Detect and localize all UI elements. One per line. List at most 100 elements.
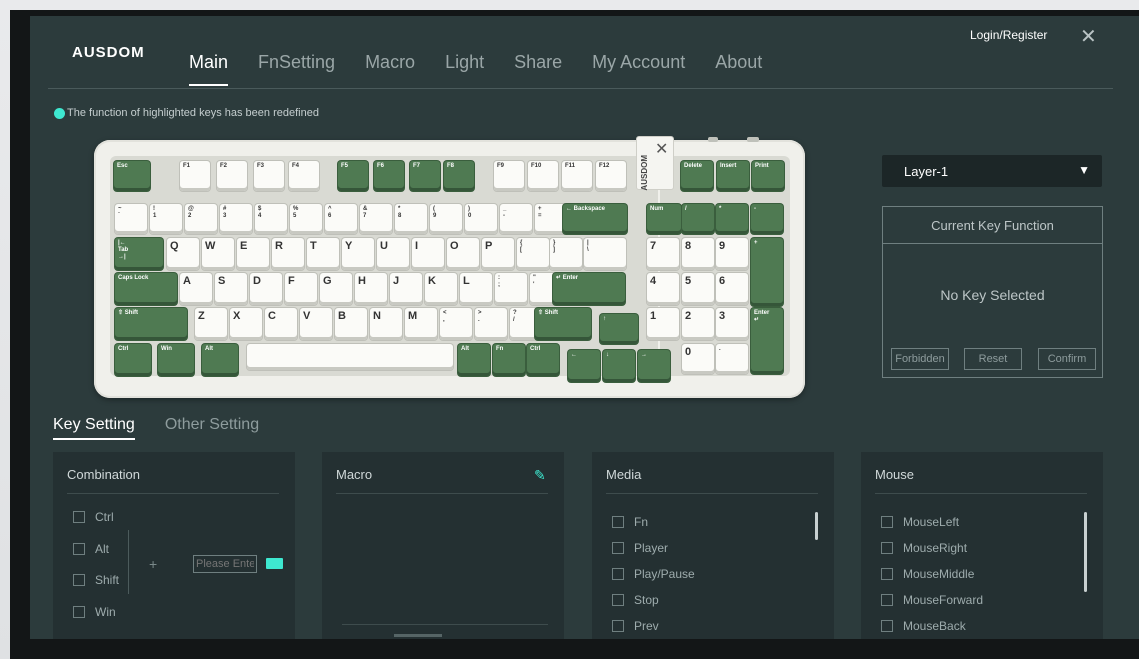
keyboard-key[interactable]: ↑ — [600, 314, 638, 344]
keyboard-key[interactable]: X — [230, 308, 262, 340]
keyboard-key[interactable]: * — [716, 204, 748, 234]
keyboard-key[interactable]: Fn — [493, 344, 525, 376]
checkbox[interactable] — [612, 568, 624, 580]
keyboard-key[interactable]: L — [460, 273, 492, 305]
checkbox[interactable] — [73, 511, 85, 523]
keyboard-key[interactable]: F5 — [338, 161, 368, 191]
keyboard-key[interactable]: 0 — [682, 344, 714, 374]
keyboard-key[interactable]: Caps Lock — [115, 273, 177, 305]
keyboard-key[interactable]: ← Backspace — [563, 204, 627, 234]
keyboard-key[interactable]: Alt — [202, 344, 238, 376]
checkbox[interactable] — [881, 620, 893, 632]
keyboard-key[interactable]: F8 — [444, 161, 474, 191]
keyboard-key[interactable]: . — [716, 344, 748, 374]
confirm-button[interactable]: Confirm — [1038, 348, 1096, 370]
login-register-link[interactable]: Login/Register — [970, 28, 1047, 42]
mouse-right-option[interactable]: MouseRight — [881, 541, 967, 555]
keyboard-key[interactable]: + — [751, 238, 783, 306]
keyboard-key[interactable]: : ; — [495, 273, 527, 305]
checkbox[interactable] — [881, 542, 893, 554]
media-fn-option[interactable]: Fn — [612, 515, 648, 529]
tab-other-setting[interactable]: Other Setting — [165, 416, 259, 440]
keyboard-key[interactable]: / — [682, 204, 714, 234]
keyboard-key[interactable]: E — [237, 238, 269, 270]
mouse-middle-option[interactable]: MouseMiddle — [881, 567, 974, 581]
keyboard-key[interactable]: O — [447, 238, 479, 270]
keyboard-key[interactable]: S — [215, 273, 247, 305]
keyboard-key[interactable]: Alt — [458, 344, 490, 376]
tab-about[interactable]: About — [700, 52, 777, 86]
keyboard-key[interactable]: F10 — [528, 161, 558, 191]
pencil-edit-icon[interactable]: ✎ — [534, 467, 546, 484]
keyboard-key[interactable]: ( 9 — [430, 204, 462, 234]
keyboard-key[interactable]: Ctrl — [115, 344, 151, 376]
tab-my-account[interactable]: My Account — [577, 52, 700, 86]
mouse-back-option[interactable]: MouseBack — [881, 619, 966, 633]
media-scrollbar[interactable] — [815, 512, 818, 540]
keyboard-key[interactable]: % 5 — [290, 204, 322, 234]
keyboard-key[interactable]: ) 0 — [465, 204, 497, 234]
keyboard-key[interactable]: ⇧ Shift — [115, 308, 187, 340]
keyboard-key[interactable]: F9 — [494, 161, 524, 191]
tab-share[interactable]: Share — [499, 52, 577, 86]
keyboard-key[interactable]: | \ — [584, 238, 626, 270]
keyboard-key[interactable]: 2 — [682, 308, 714, 340]
keyboard-key[interactable]: K — [425, 273, 457, 305]
keyboard-key[interactable]: ~ ` — [115, 204, 147, 234]
media-play-pause-option[interactable]: Play/Pause — [612, 567, 695, 581]
checkbox[interactable] — [612, 542, 624, 554]
keyboard-key[interactable]: H — [355, 273, 387, 305]
keyboard-key[interactable]: * 8 — [395, 204, 427, 234]
keyboard-key[interactable]: P — [482, 238, 514, 270]
keyboard-key[interactable]: 3 — [716, 308, 748, 340]
keyboard-key[interactable]: Num — [647, 204, 681, 234]
keyboard-key[interactable]: Delete — [681, 161, 713, 191]
checkbox[interactable] — [73, 606, 85, 618]
keyboard-key[interactable]: F2 — [217, 161, 247, 191]
keyboard-key[interactable]: ↵ Enter — [553, 273, 625, 305]
keyboard-key[interactable]: D — [250, 273, 282, 305]
tab-macro[interactable]: Macro — [350, 52, 430, 86]
close-icon[interactable]: ✕ — [1080, 24, 1097, 49]
keyboard-key[interactable]: N — [370, 308, 402, 340]
keyboard-key[interactable]: _ - — [500, 204, 532, 234]
keyboard-key[interactable]: |← Tab →| — [115, 238, 163, 270]
keyboard-key[interactable]: 8 — [682, 238, 714, 270]
keyboard-key[interactable]: Print — [752, 161, 784, 191]
combo-alt-option[interactable]: Alt — [73, 542, 109, 556]
layer-select[interactable]: Layer-1 ▼ — [882, 155, 1102, 187]
keyboard-key[interactable]: V — [300, 308, 332, 340]
keyboard-key[interactable]: ^ 6 — [325, 204, 357, 234]
mouse-scrollbar[interactable] — [1084, 512, 1087, 592]
keyboard-key[interactable]: F12 — [596, 161, 626, 191]
keyboard-key[interactable]: ⇧ Shift — [535, 308, 591, 340]
keyboard-key[interactable]: F — [285, 273, 317, 305]
keyboard-key[interactable]: 6 — [716, 273, 748, 305]
keyboard-key[interactable]: F11 — [562, 161, 592, 191]
combo-win-option[interactable]: Win — [73, 605, 116, 619]
keyboard-key[interactable]: R — [272, 238, 304, 270]
keyboard-key[interactable]: F3 — [254, 161, 284, 191]
checkbox[interactable] — [612, 516, 624, 528]
tab-fnsetting[interactable]: FnSetting — [243, 52, 350, 86]
checkbox[interactable] — [881, 568, 893, 580]
keyboard-key[interactable]: > . — [475, 308, 507, 340]
keyboard-key[interactable]: Z — [195, 308, 227, 340]
macro-scrollbar[interactable] — [394, 634, 442, 637]
keyboard-key[interactable]: @ 2 — [185, 204, 217, 234]
media-stop-option[interactable]: Stop — [612, 593, 659, 607]
combination-key-input[interactable] — [193, 555, 257, 573]
tab-main[interactable]: Main — [174, 52, 243, 86]
keyboard-key[interactable]: } ] — [550, 238, 582, 270]
keyboard-key[interactable]: 9 — [716, 238, 748, 270]
keyboard-key[interactable]: C — [265, 308, 297, 340]
keyboard-key[interactable]: → — [638, 350, 670, 382]
keyboard-key[interactable]: - — [751, 204, 783, 234]
keyboard-key[interactable]: & 7 — [360, 204, 392, 234]
reset-button[interactable]: Reset — [964, 348, 1022, 370]
keyboard-key[interactable]: ↓ — [603, 350, 635, 382]
keyboard-key[interactable]: $ 4 — [255, 204, 287, 234]
combo-shift-option[interactable]: Shift — [73, 573, 119, 587]
keyboard-key[interactable]: G — [320, 273, 352, 305]
keyboard-key[interactable]: ! 1 — [150, 204, 182, 234]
